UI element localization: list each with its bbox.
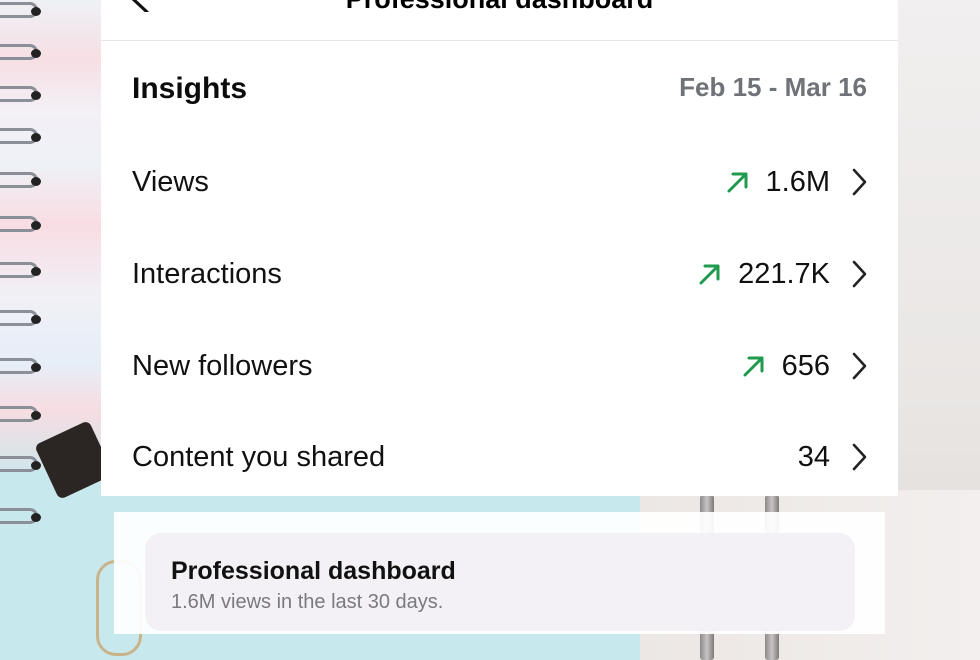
card-title: Professional dashboard	[171, 557, 456, 585]
metric-label: Content you shared	[132, 441, 386, 473]
spiral-ring	[0, 406, 41, 422]
metric-label: Interactions	[132, 258, 282, 290]
chevron-right-icon	[852, 352, 867, 380]
trend-up-arrow-icon	[727, 172, 748, 193]
spiral-ring	[0, 262, 41, 278]
insights-card: Professional dashboard Insights Feb 15 -…	[101, 0, 898, 496]
metric-value: 1.6M	[765, 165, 830, 198]
spiral-ring	[0, 310, 41, 326]
metric-value: 34	[797, 440, 830, 473]
metric-row-content-shared[interactable]: Content you shared 34	[101, 411, 898, 503]
metric-value-group: 34	[798, 411, 868, 503]
metric-value: 656	[781, 349, 830, 382]
metric-value-group: 656	[740, 320, 868, 412]
chevron-right-icon	[852, 260, 867, 288]
bottom-panel: Professional dashboard 1.6M views in the…	[114, 512, 885, 634]
metric-row-views[interactable]: Views 1.6M	[101, 136, 898, 228]
metric-row-new-followers[interactable]: New followers 656	[101, 320, 898, 412]
metric-value-group: 221.7K	[696, 228, 868, 320]
trend-up-arrow-icon	[699, 264, 720, 285]
card-subtitle: 1.6M views in the last 30 days.	[171, 591, 444, 613]
spiral-ring	[0, 456, 41, 472]
insights-heading: Insights	[132, 72, 248, 105]
spiral-ring	[0, 128, 41, 144]
spiral-ring	[0, 172, 41, 188]
spiral-ring	[0, 216, 41, 232]
page-title: Professional dashboard	[101, 0, 898, 15]
chevron-right-icon	[852, 443, 867, 471]
trend-up-arrow-icon	[743, 356, 764, 377]
metric-value: 221.7K	[738, 257, 830, 290]
spiral-ring	[0, 86, 41, 102]
gear-icon[interactable]	[815, 0, 859, 20]
metric-value-group: 1.6M	[724, 136, 868, 228]
metric-label: Views	[132, 166, 209, 198]
chevron-right-icon	[852, 168, 867, 196]
metric-label: New followers	[132, 350, 313, 382]
spiral-ring	[0, 44, 41, 60]
metric-row-interactions[interactable]: Interactions 221.7K	[101, 228, 898, 320]
spiral-ring	[0, 2, 41, 18]
professional-dashboard-card[interactable]: Professional dashboard 1.6M views in the…	[145, 533, 855, 631]
spiral-ring	[0, 358, 41, 374]
spiral-ring	[0, 508, 41, 524]
date-range[interactable]: Feb 15 - Mar 16	[679, 72, 867, 103]
top-bar: Professional dashboard	[101, 0, 898, 41]
